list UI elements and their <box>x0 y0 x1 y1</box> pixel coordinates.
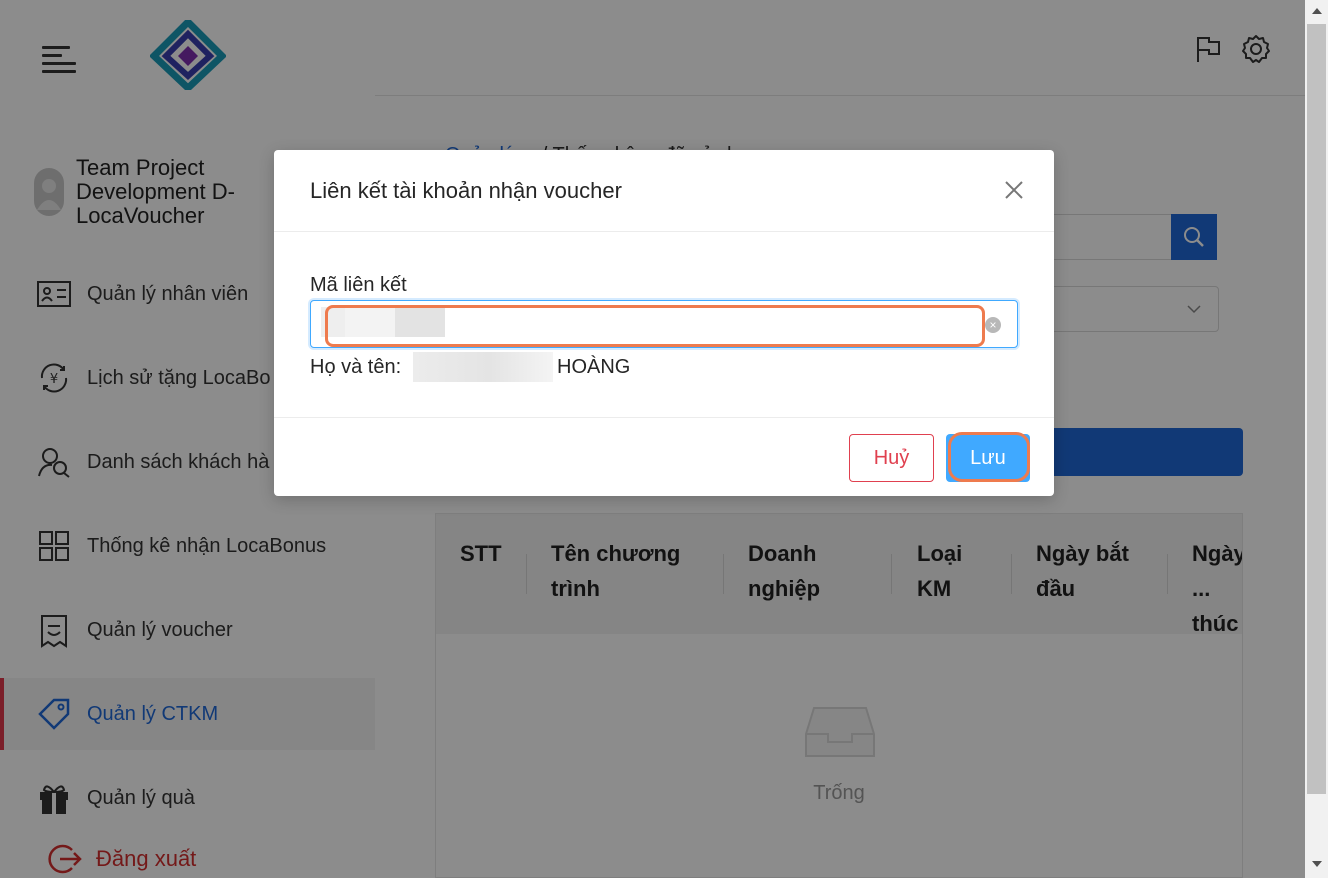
link-account-dialog: Liên kết tài khoản nhận voucher Mã liên … <box>274 150 1054 496</box>
dialog-body: Mã liên kết × Họ và tên: HOÀNG <box>274 232 1054 418</box>
scroll-up-icon[interactable] <box>1312 8 1322 14</box>
clear-input-icon[interactable]: × <box>985 317 1001 333</box>
dialog-footer: Huỷ Lưu <box>274 417 1054 496</box>
scrollbar-thumb[interactable] <box>1307 24 1326 794</box>
page-scrollbar[interactable] <box>1305 0 1328 878</box>
full-name-label: Họ và tên: <box>310 356 402 378</box>
link-code-label: Mã liên kết <box>310 274 407 296</box>
redacted-name <box>413 352 553 382</box>
close-icon[interactable] <box>1002 178 1026 202</box>
link-code-input[interactable] <box>319 305 979 343</box>
save-button[interactable]: Lưu <box>946 434 1030 482</box>
cancel-button[interactable]: Huỷ <box>849 434 934 482</box>
link-code-field[interactable]: × <box>310 300 1018 348</box>
full-name-value: HOÀNG <box>557 356 631 378</box>
dialog-title: Liên kết tài khoản nhận voucher <box>310 178 622 203</box>
scroll-down-icon[interactable] <box>1312 861 1322 867</box>
dialog-header: Liên kết tài khoản nhận voucher <box>274 150 1054 232</box>
